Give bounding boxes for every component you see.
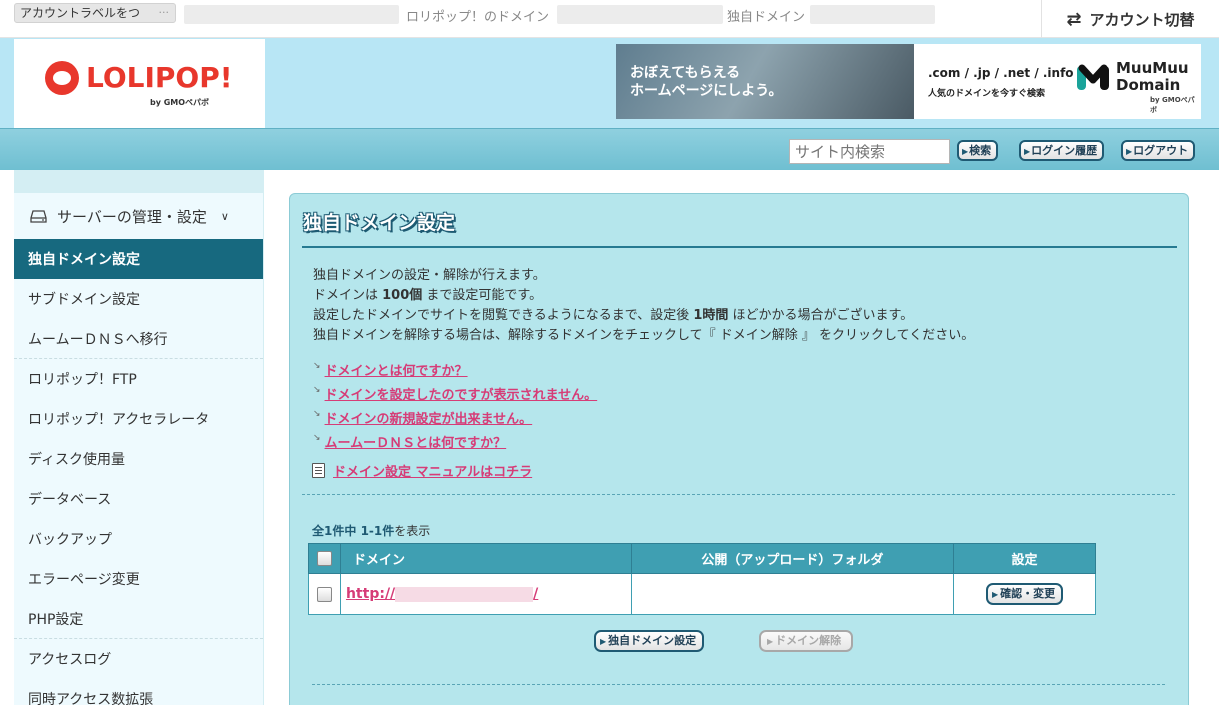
table-row: http:/// ▶ 確認・変更 xyxy=(308,573,1096,615)
section-divider xyxy=(302,494,1175,495)
arrow-right-icon: ▶ xyxy=(962,147,969,156)
banner-headline-2: ホームページにしよう。 xyxy=(630,83,783,99)
description-line-1: 独自ドメインの設定・解除が行えます。 xyxy=(313,268,546,283)
add-custom-domain-button[interactable]: ▶ 独自ドメイン設定 xyxy=(594,630,705,652)
link-bullet-icon: ↘ xyxy=(313,433,321,443)
description: 独自ドメインの設定・解除が行えます。 ドメインは 100個 まで設定可能です。 … xyxy=(313,266,974,346)
main-panel: 独自ドメイン設定 独自ドメインの設定・解除が行えます。 ドメインは 100個 ま… xyxy=(289,193,1189,705)
sidebar-item-ftp[interactable]: ロリポップ！FTP xyxy=(14,359,263,399)
sidebar-item-concurrent-access[interactable]: 同時アクセス数拡張 xyxy=(14,679,263,705)
remove-domain-button[interactable]: ▶ ドメイン解除 xyxy=(759,630,854,652)
help-link-cannot-set[interactable]: ドメインの新規設定が出来ません。 xyxy=(325,408,533,427)
sidebar-item-subdomain[interactable]: サブドメイン設定 xyxy=(14,279,263,319)
help-link-not-displayed[interactable]: ドメインを設定したのですが表示されません。 xyxy=(325,384,598,403)
logo-text: LOLIPOP! xyxy=(86,61,233,94)
redacted-custom-domain xyxy=(810,5,935,24)
help-links: ↘ ドメインとは何ですか？ ↘ ドメインを設定したのですが表示されません。 ↘ ドメイ… xyxy=(313,357,597,453)
link-bullet-icon: ↘ xyxy=(313,409,321,419)
bottom-divider xyxy=(312,684,1165,685)
arrow-right-icon: ▶ xyxy=(1024,147,1031,156)
site-header: LOLIPOP! by GMOペパボ おぼえてもらえる ホームページにしよう。 … xyxy=(0,38,1219,128)
link-bullet-icon: ↘ xyxy=(313,361,321,371)
arrow-right-icon: ▶ xyxy=(1126,147,1133,156)
sidebar-item-error-page[interactable]: エラーページ変更 xyxy=(14,559,263,599)
lolipop-logo-icon xyxy=(45,61,79,95)
sidebar-item-disk-usage[interactable]: ディスク使用量 xyxy=(14,439,263,479)
logo-sub: by GMOペパボ xyxy=(150,98,210,107)
logout-button[interactable]: ▶ログアウト xyxy=(1121,140,1196,161)
muumuu-domain-banner[interactable]: おぼえてもらえる ホームページにしよう。 .com / .jp / .net /… xyxy=(616,44,1201,119)
sidebar-section-title: サーバーの管理・設定 xyxy=(57,207,207,226)
banner-brand-by: by GMOペパボ xyxy=(1150,96,1195,114)
more-icon: ··· xyxy=(158,6,170,19)
muumuu-logo-icon xyxy=(1077,64,1109,90)
redacted-account-id xyxy=(184,5,399,24)
manual-link[interactable]: ドメイン設定 マニュアルはコチラ xyxy=(333,461,532,480)
switch-account-label: アカウント切替 xyxy=(1089,10,1195,29)
folder-cell xyxy=(630,573,955,615)
sidebar-item-access-log[interactable]: アクセスログ xyxy=(14,639,263,679)
domain-table: ドメイン 公開（アップロード）フォルダ 設定 http:/// ▶ 確認・変更 xyxy=(308,543,1096,615)
account-label-text: アカウントラベルをつ xyxy=(20,6,141,20)
domain-url-link[interactable]: http:/// xyxy=(346,586,538,602)
custom-domain-label: 独自ドメイン xyxy=(727,10,806,25)
account-bar: アカウントラベルをつ ··· ロリポップ！のドメイン 独自ドメイン ⇄ アカウン… xyxy=(0,0,1219,38)
lolipop-logo[interactable]: LOLIPOP! by GMOペパボ xyxy=(14,39,265,128)
result-count: 全1件中 1-1件を表示 xyxy=(312,524,431,538)
banner-tlds: .com / .jp / .net / .info xyxy=(928,66,1074,80)
redacted-domain-name xyxy=(395,586,534,602)
lolipop-domain-label: ロリポップ！のドメイン xyxy=(406,10,550,25)
arrow-right-icon: ▶ xyxy=(767,637,774,646)
site-search-input[interactable] xyxy=(789,139,950,164)
arrow-right-icon: ▶ xyxy=(991,590,999,599)
login-history-button[interactable]: ▶ログイン履歴 xyxy=(1019,140,1105,161)
account-label-selector[interactable]: アカウントラベルをつ ··· xyxy=(14,3,176,23)
sidebar-item-accelerator[interactable]: ロリポップ！アクセラレータ xyxy=(14,399,263,439)
server-icon xyxy=(30,209,47,223)
column-header-folder: 公開（アップロード）フォルダ xyxy=(630,543,955,574)
banner-brand-1: MuuMuu xyxy=(1116,59,1189,77)
help-link-muumuu-dns[interactable]: ムームーＤＮＳとは何ですか？ xyxy=(325,432,507,451)
switch-account-button[interactable]: ⇄ アカウント切替 xyxy=(1041,0,1219,38)
arrow-right-icon: ▶ xyxy=(600,637,607,646)
sidebar-item-custom-domain[interactable]: 独自ドメイン設定 xyxy=(14,239,263,279)
title-divider xyxy=(302,246,1177,248)
document-icon xyxy=(312,463,325,478)
row-checkbox[interactable] xyxy=(316,586,332,602)
link-bullet-icon: ↘ xyxy=(313,385,321,395)
redacted-lolipop-domain xyxy=(557,5,723,24)
banner-headline-1: おぼえてもらえる xyxy=(630,65,741,81)
propagation-time-value: 1時間 xyxy=(693,308,729,323)
sidebar-section-server[interactable]: サーバーの管理・設定 ∨ xyxy=(14,193,263,239)
table-header-row: ドメイン 公開（アップロード）フォルダ 設定 xyxy=(308,543,1096,574)
sidebar-item-database[interactable]: データベース xyxy=(14,479,263,519)
column-header-settings: 設定 xyxy=(953,543,1096,574)
column-header-domain: ドメイン xyxy=(339,543,632,574)
confirm-change-button[interactable]: ▶ 確認・変更 xyxy=(985,583,1064,605)
swap-arrows-icon: ⇄ xyxy=(1066,8,1082,30)
help-link-what-is-domain[interactable]: ドメインとは何ですか？ xyxy=(325,360,468,379)
domain-limit-value: 100個 xyxy=(382,288,423,303)
sidebar: サーバーの管理・設定 ∨ 独自ドメイン設定 サブドメイン設定 ムームーＤＮＳへ移… xyxy=(14,170,264,705)
utility-nav: ▶検索 ▶ログイン履歴 ▶ログアウト xyxy=(0,128,1219,170)
chevron-down-icon: ∨ xyxy=(220,209,229,223)
banner-tagline: 人気のドメインを今すぐ検索 xyxy=(928,89,1046,99)
sidebar-item-backup[interactable]: バックアップ xyxy=(14,519,263,559)
description-line-4: 独自ドメインを解除する場合は、解除するドメインをチェックして『 ドメイン解除 』… xyxy=(313,328,975,343)
sidebar-item-php-settings[interactable]: PHP設定 xyxy=(14,599,263,639)
select-all-checkbox[interactable] xyxy=(316,551,332,566)
banner-photo: おぼえてもらえる ホームページにしよう。 xyxy=(616,44,914,119)
search-button[interactable]: ▶検索 xyxy=(957,140,999,161)
page-title: 独自ドメイン設定 xyxy=(303,212,456,234)
banner-brand-2: Domain xyxy=(1116,76,1181,94)
sidebar-item-muumuu-dns[interactable]: ムームーＤＮＳへ移行 xyxy=(14,319,263,359)
